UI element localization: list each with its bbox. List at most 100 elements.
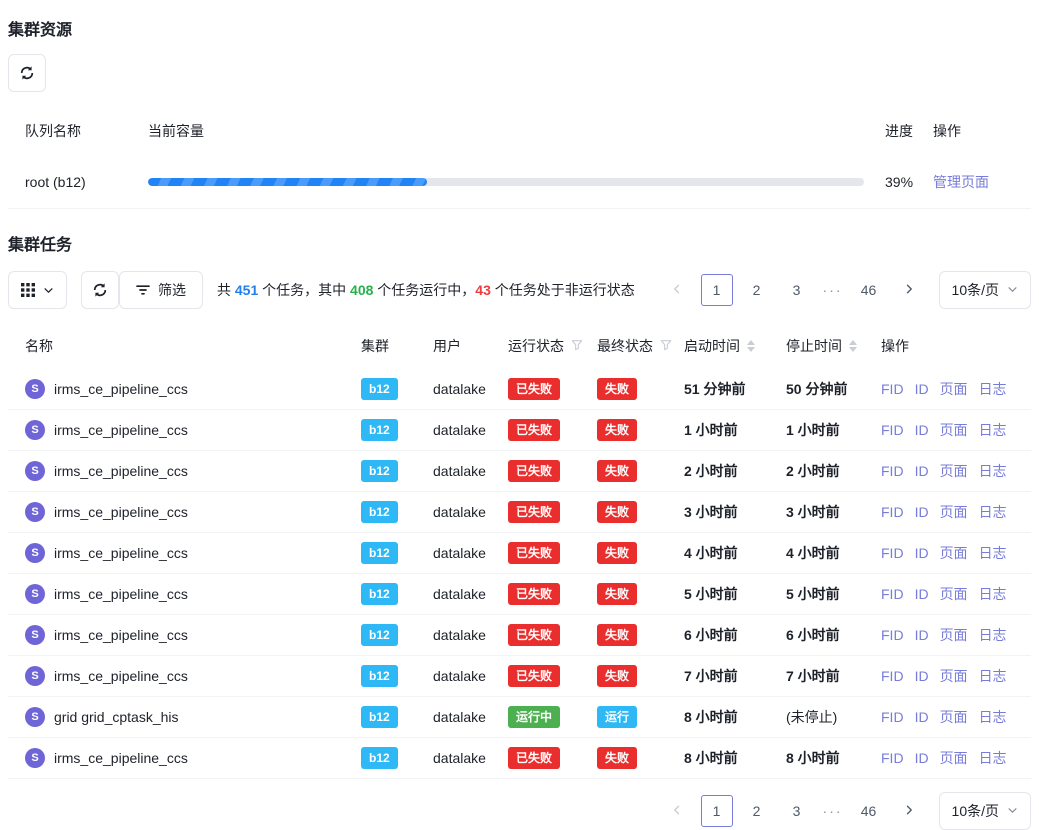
op-link-id[interactable]: ID (915, 545, 929, 561)
op-link-page[interactable]: 页面 (940, 502, 968, 522)
op-link-page[interactable]: 页面 (940, 543, 968, 563)
pagination-prev-button[interactable] (661, 274, 693, 306)
op-link-fid[interactable]: FID (881, 504, 904, 520)
op-link-page[interactable]: 页面 (940, 461, 968, 481)
task-name: irms_ce_pipeline_ccs (54, 586, 188, 602)
manage-page-link[interactable]: 管理页面 (933, 174, 989, 190)
op-link-fid[interactable]: FID (881, 668, 904, 684)
table-row: S grid grid_cptask_his b12 datalake 运行中 … (8, 697, 1031, 738)
spark-avatar-icon: S (25, 502, 45, 522)
op-link-log[interactable]: 日志 (979, 543, 1007, 563)
total-tasks-count: 451 (235, 282, 258, 298)
run-status-badge: 已失败 (508, 583, 560, 605)
filter-funnel-icon[interactable] (660, 338, 672, 354)
pagination-ellipsis[interactable]: ··· (823, 282, 843, 298)
task-user: datalake (433, 750, 486, 766)
op-link-fid[interactable]: FID (881, 422, 904, 438)
op-link-log[interactable]: 日志 (979, 748, 1007, 768)
pagination-page-46[interactable]: 46 (853, 795, 885, 827)
pagination-page-1[interactable]: 1 (701, 274, 733, 306)
grid-icon (21, 283, 35, 297)
op-link-id[interactable]: ID (915, 750, 929, 766)
op-link-page[interactable]: 页面 (940, 420, 968, 440)
pagination-ellipsis[interactable]: ··· (823, 803, 843, 819)
op-link-log[interactable]: 日志 (979, 379, 1007, 399)
op-link-fid[interactable]: FID (881, 627, 904, 643)
run-status-badge: 已失败 (508, 460, 560, 482)
pagination-prev-button[interactable] (661, 795, 693, 827)
op-link-page[interactable]: 页面 (940, 379, 968, 399)
op-link-fid[interactable]: FID (881, 381, 904, 397)
op-link-page[interactable]: 页面 (940, 666, 968, 686)
op-link-id[interactable]: ID (915, 627, 929, 643)
pagination-page-3[interactable]: 3 (781, 795, 813, 827)
cluster-badge: b12 (361, 706, 398, 728)
summary-text: 个任务运行中， (373, 282, 475, 298)
op-link-id[interactable]: ID (915, 586, 929, 602)
task-user: datalake (433, 627, 486, 643)
op-link-log[interactable]: 日志 (979, 584, 1007, 604)
op-link-page[interactable]: 页面 (940, 707, 968, 727)
run-status-badge: 已失败 (508, 501, 560, 523)
pagination-page-3[interactable]: 3 (781, 274, 813, 306)
cluster-badge: b12 (361, 378, 398, 400)
pagination-page-2[interactable]: 2 (741, 795, 773, 827)
op-link-page[interactable]: 页面 (940, 584, 968, 604)
op-link-log[interactable]: 日志 (979, 625, 1007, 645)
task-name: irms_ce_pipeline_ccs (54, 381, 188, 397)
task-user: datalake (433, 422, 486, 438)
non-running-tasks-count: 43 (475, 282, 491, 298)
start-time: 2 小时前 (684, 461, 738, 481)
op-link-id[interactable]: ID (915, 463, 929, 479)
final-status-badge: 失败 (597, 665, 637, 687)
tasks-refresh-button[interactable] (81, 271, 119, 309)
spark-avatar-icon: S (25, 707, 45, 727)
start-time: 7 小时前 (684, 666, 738, 686)
sort-icon[interactable] (849, 340, 857, 352)
op-link-fid[interactable]: FID (881, 750, 904, 766)
page-size-select[interactable]: 10条/页 (939, 271, 1031, 309)
pagination-page-1[interactable]: 1 (701, 795, 733, 827)
pagination-page-46[interactable]: 46 (853, 274, 885, 306)
resources-table: 队列名称 当前容量 进度 操作 root (b12) 39% 管理页面 (8, 106, 1031, 209)
filter-button[interactable]: 筛选 (119, 271, 203, 309)
op-link-log[interactable]: 日志 (979, 666, 1007, 686)
op-link-id[interactable]: ID (915, 668, 929, 684)
op-link-log[interactable]: 日志 (979, 707, 1007, 727)
op-link-page[interactable]: 页面 (940, 748, 968, 768)
sort-icon[interactable] (747, 340, 755, 352)
page-size-label: 10条/页 (952, 280, 999, 300)
stop-time: 1 小时前 (786, 420, 840, 440)
op-link-id[interactable]: ID (915, 709, 929, 725)
op-link-id[interactable]: ID (915, 381, 929, 397)
page-size-select[interactable]: 10条/页 (939, 792, 1031, 830)
op-link-fid[interactable]: FID (881, 709, 904, 725)
pagination-page-2[interactable]: 2 (741, 274, 773, 306)
view-layout-dropdown-button[interactable] (8, 271, 67, 309)
filter-funnel-icon[interactable] (571, 338, 583, 354)
op-link-page[interactable]: 页面 (940, 625, 968, 645)
stop-time: 50 分钟前 (786, 379, 847, 399)
op-link-log[interactable]: 日志 (979, 420, 1007, 440)
cluster-resources-title: 集群资源 (8, 16, 1031, 40)
spark-avatar-icon: S (25, 584, 45, 604)
op-link-fid[interactable]: FID (881, 586, 904, 602)
spark-avatar-icon: S (25, 379, 45, 399)
op-link-id[interactable]: ID (915, 504, 929, 520)
pagination-next-button[interactable] (893, 795, 925, 827)
resources-refresh-button[interactable] (8, 54, 46, 92)
op-link-fid[interactable]: FID (881, 545, 904, 561)
header-current-capacity: 当前容量 (148, 121, 885, 141)
op-link-id[interactable]: ID (915, 422, 929, 438)
task-name: irms_ce_pipeline_ccs (54, 627, 188, 643)
task-name: irms_ce_pipeline_ccs (54, 545, 188, 561)
op-link-fid[interactable]: FID (881, 463, 904, 479)
task-name: grid grid_cptask_his (54, 709, 179, 725)
header-name: 名称 (8, 336, 361, 356)
pagination-next-button[interactable] (893, 274, 925, 306)
op-link-log[interactable]: 日志 (979, 502, 1007, 522)
spark-avatar-icon: S (25, 666, 45, 686)
task-user: datalake (433, 586, 486, 602)
header-stop-time: 停止时间 (786, 336, 881, 356)
op-link-log[interactable]: 日志 (979, 461, 1007, 481)
